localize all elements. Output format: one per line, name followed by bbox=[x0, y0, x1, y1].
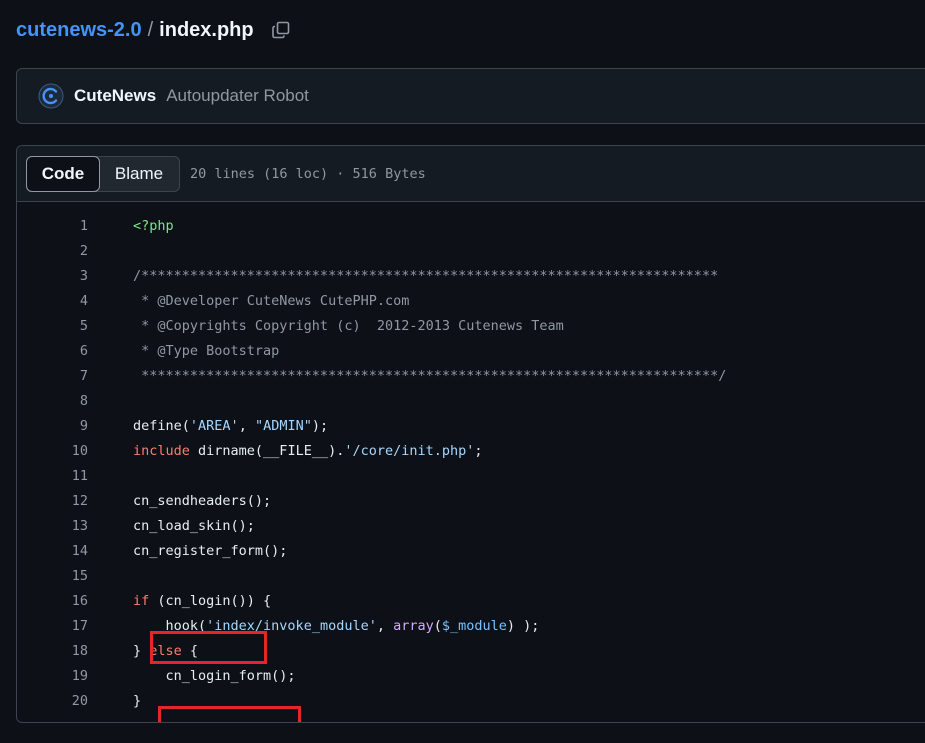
code-line: 14 cn_register_form(); bbox=[17, 538, 925, 563]
code-line: 2 bbox=[17, 238, 925, 263]
line-number[interactable]: 15 bbox=[17, 568, 88, 584]
highlight-box-cn-login bbox=[150, 631, 267, 664]
code-text: <?php bbox=[133, 217, 174, 234]
code-line: 13 cn_load_skin(); bbox=[17, 513, 925, 538]
code-text: if (cn_login()) { bbox=[133, 593, 271, 609]
code-token: "ADMIN" bbox=[254, 417, 312, 434]
line-number[interactable]: 1 bbox=[17, 218, 88, 234]
code-text: cn_load_skin(); bbox=[133, 517, 255, 534]
code-line: 3 /*************************************… bbox=[17, 263, 925, 288]
line-number[interactable]: 18 bbox=[17, 643, 88, 659]
code-line: 16 if (cn_login()) { bbox=[17, 588, 925, 613]
code-line: 7 **************************************… bbox=[17, 363, 925, 388]
code-line: 11 bbox=[17, 463, 925, 488]
line-number[interactable]: 14 bbox=[17, 543, 88, 559]
line-number[interactable]: 6 bbox=[17, 343, 88, 359]
code-line: 1 <?php bbox=[17, 213, 925, 238]
line-number[interactable]: 10 bbox=[17, 443, 88, 459]
code-text: cn_sendheaders(); bbox=[133, 492, 272, 509]
commit-message[interactable]: Autoupdater Robot bbox=[166, 86, 309, 106]
line-number[interactable]: 17 bbox=[17, 618, 88, 634]
code-text: define('AREA', "ADMIN"); bbox=[133, 418, 328, 434]
tab-code[interactable]: Code bbox=[26, 155, 100, 192]
code-token: , bbox=[238, 417, 255, 434]
code-text: * @Developer CuteNews CutePHP.com bbox=[133, 292, 410, 309]
tab-blame[interactable]: Blame bbox=[99, 157, 179, 191]
view-mode-switch: Code Blame bbox=[26, 155, 180, 192]
breadcrumb-file-name: index.php bbox=[159, 18, 254, 41]
line-number[interactable]: 16 bbox=[17, 593, 88, 609]
code-token: , bbox=[376, 617, 394, 634]
code-token: '/core/init.php' bbox=[344, 442, 475, 459]
code-line: 12 cn_sendheaders(); bbox=[17, 488, 925, 513]
code-area: 1 <?php 2 3 /***************************… bbox=[17, 202, 925, 722]
code-line: 10 include dirname(__FILE__).'/core/init… bbox=[17, 438, 925, 463]
code-token: array bbox=[393, 617, 434, 634]
code-token: 'AREA' bbox=[189, 417, 239, 434]
line-number[interactable]: 8 bbox=[17, 393, 88, 409]
line-number[interactable]: 5 bbox=[17, 318, 88, 334]
code-token: dirname(__FILE__). bbox=[189, 442, 345, 459]
code-line: 8 bbox=[17, 388, 925, 413]
line-number[interactable]: 12 bbox=[17, 493, 88, 509]
code-token: ) ); bbox=[506, 617, 540, 634]
breadcrumb: cutenews-2.0 / index.php bbox=[16, 14, 292, 46]
code-token: ( bbox=[433, 617, 442, 634]
code-token: $_module bbox=[441, 617, 507, 634]
code-line: 20 } bbox=[17, 688, 925, 713]
code-text: cn_register_form(); bbox=[133, 542, 288, 559]
line-number[interactable]: 2 bbox=[17, 243, 88, 259]
line-number[interactable]: 13 bbox=[17, 518, 88, 534]
code-text: } bbox=[133, 692, 142, 709]
latest-commit-bar: CuteNews Autoupdater Robot bbox=[16, 68, 925, 124]
code-line: 6 * @Type Bootstrap bbox=[17, 338, 925, 363]
code-text: * @Copyrights Copyright (c) 2012-2013 Cu… bbox=[133, 317, 564, 334]
code-line: 9 define('AREA', "ADMIN"); bbox=[17, 413, 925, 438]
code-token: ); bbox=[311, 417, 329, 434]
line-number[interactable]: 19 bbox=[17, 668, 88, 684]
copy-icon[interactable] bbox=[270, 19, 292, 41]
code-line: 15 bbox=[17, 563, 925, 588]
file-viewer: Code Blame 20 lines (16 loc) · 516 Bytes… bbox=[16, 145, 925, 723]
code-text: cn_login_form(); bbox=[133, 667, 296, 684]
code-line: 4 * @Developer CuteNews CutePHP.com bbox=[17, 288, 925, 313]
file-meta: 20 lines (16 loc) · 516 Bytes bbox=[190, 165, 426, 182]
code-token: include bbox=[133, 442, 190, 459]
line-number[interactable]: 7 bbox=[17, 368, 88, 384]
code-token: define( bbox=[133, 417, 190, 434]
code-text: /***************************************… bbox=[133, 267, 719, 284]
code-text: include dirname(__FILE__).'/core/init.ph… bbox=[133, 443, 483, 459]
line-number[interactable]: 9 bbox=[17, 418, 88, 434]
code-line: 19 cn_login_form(); bbox=[17, 663, 925, 688]
line-number[interactable]: 11 bbox=[17, 468, 88, 484]
breadcrumb-separator: / bbox=[147, 18, 154, 41]
code-token: if bbox=[133, 592, 150, 609]
highlight-box-cn-login-form bbox=[158, 706, 301, 722]
line-number[interactable]: 4 bbox=[17, 293, 88, 309]
code-token: ; bbox=[474, 442, 483, 459]
code-line: 5 * @Copyrights Copyright (c) 2012-2013 … bbox=[17, 313, 925, 338]
line-number[interactable]: 3 bbox=[17, 268, 88, 284]
cutenews-avatar-icon[interactable] bbox=[38, 83, 64, 109]
breadcrumb-repo-link[interactable]: cutenews-2.0 bbox=[16, 19, 142, 42]
code-token: (cn_login()) { bbox=[149, 592, 272, 609]
code-text: * @Type Bootstrap bbox=[133, 342, 280, 359]
file-header: Code Blame 20 lines (16 loc) · 516 Bytes bbox=[17, 146, 925, 202]
code-token: } bbox=[133, 642, 150, 659]
line-number[interactable]: 20 bbox=[17, 693, 88, 709]
commit-author[interactable]: CuteNews bbox=[74, 86, 156, 106]
code-text: ****************************************… bbox=[133, 367, 727, 384]
